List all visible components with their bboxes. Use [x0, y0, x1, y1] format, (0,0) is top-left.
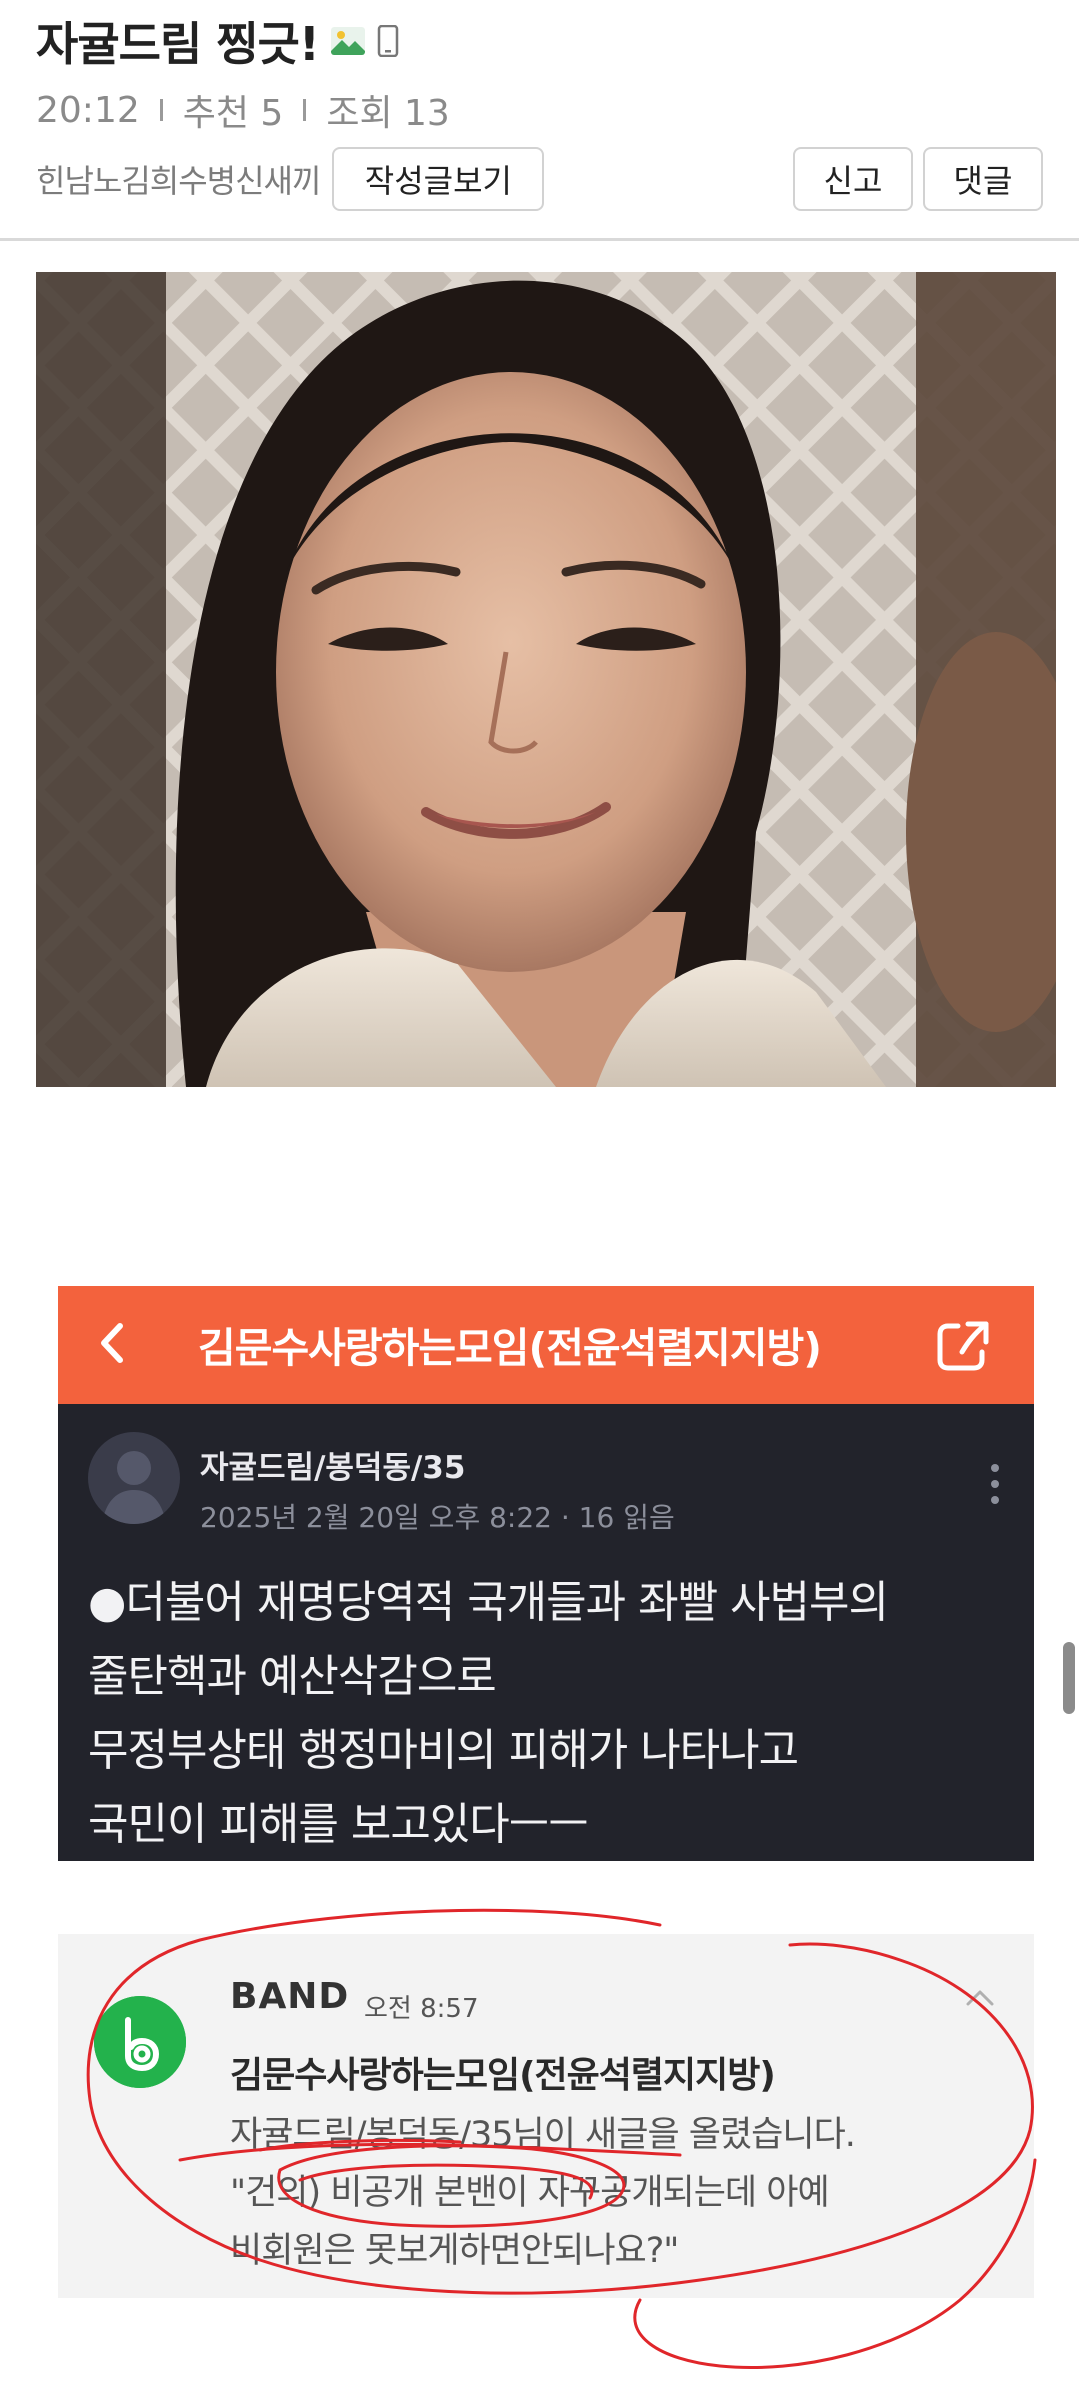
band-post-meta: 2025년 2월 20일 오후 8:22 · 16 읽음: [200, 1501, 675, 1534]
comments-button[interactable]: 댓글: [923, 147, 1043, 211]
band-post-screenshot: 김문수사랑하는모임(전윤석렬지지방) 자귤드림/봉덕동/35 2025년 2월 …: [58, 1286, 1034, 1861]
band-post-line: 국민이 피해를 보고있다ㅡㅡ: [88, 1799, 589, 1850]
chevron-up-icon[interactable]: [964, 1986, 996, 2008]
meta-divider: [159, 99, 163, 121]
post-meta: 20:12 추천 5 조회 13: [36, 84, 450, 136]
band-topbar: 김문수사랑하는모임(전윤석렬지지방): [58, 1286, 1034, 1404]
notification-app-name: BAND: [230, 1976, 350, 2017]
band-group-title: 김문수사랑하는모임(전윤석렬지지방): [198, 1324, 822, 1372]
mobile-icon: [377, 24, 399, 58]
view-count: 조회 13: [326, 93, 450, 134]
back-arrow-icon[interactable]: [88, 1308, 138, 1378]
share-icon[interactable]: [928, 1308, 998, 1378]
band-post-line: 줄탄핵과 예산삭감으로: [88, 1651, 497, 1702]
report-button[interactable]: 신고: [793, 147, 913, 211]
post-time: 20:12: [36, 89, 140, 131]
notification-title: 김문수사랑하는모임(전윤석렬지지방): [230, 2055, 776, 2096]
post-header: 자귤드림 찡긋! 20:12 추천 5 조회 13 힌남노김희수병신새끼 작성글…: [0, 0, 1079, 241]
band-post-line: ●더불어 재명당역적 국개들과 좌빨 사법부의: [88, 1577, 889, 1628]
header-divider: [0, 238, 1079, 241]
notification-line: 자귤드림/봉덕동/35님이 새글을 올렸습니다.: [230, 2115, 856, 2155]
band-poster-name: 자귤드림/봉덕동/35: [200, 1450, 466, 1486]
notification-time: 오전 8:57: [364, 1994, 479, 2024]
band-post-body: ●더불어 재명당역적 국개들과 좌빨 사법부의 줄탄핵과 예산삭감으로 무정부상…: [88, 1566, 1018, 1862]
more-options-icon[interactable]: [988, 1462, 1002, 1506]
author-name[interactable]: 힌남노김희수병신새끼: [36, 156, 321, 202]
scrollbar-thumb[interactable]: [1063, 1642, 1075, 1714]
notification-line: "건의) 비공개 본밴이 자꾸공개되는데 아예: [230, 2173, 830, 2213]
title-row: 자귤드림 찡긋!: [36, 8, 399, 74]
notification-message: 자귤드림/봉덕동/35님이 새글을 올렸습니다. "건의) 비공개 본밴이 자꾸…: [230, 2106, 1010, 2280]
recommend-count: 추천 5: [182, 93, 284, 134]
author-row: 힌남노김희수병신새끼 작성글보기 신고 댓글: [36, 146, 1043, 212]
meta-divider: [303, 99, 307, 121]
post-title: 자귤드림 찡긋!: [36, 17, 320, 71]
band-notification-screenshot: BAND 오전 8:57 김문수사랑하는모임(전윤석렬지지방) 자귤드림/봉덕동…: [58, 1934, 1034, 2298]
notification-line: 비회원은 못보게하면안되나요?": [230, 2231, 679, 2271]
post-photo: [36, 272, 1056, 1087]
view-posts-button[interactable]: 작성글보기: [332, 147, 545, 211]
band-logo-icon: [94, 1996, 186, 2088]
avatar[interactable]: [88, 1432, 180, 1524]
band-post-line: 무정부상태 행정마비의 피해가 나타나고: [88, 1725, 799, 1776]
image-icon: [330, 27, 365, 55]
